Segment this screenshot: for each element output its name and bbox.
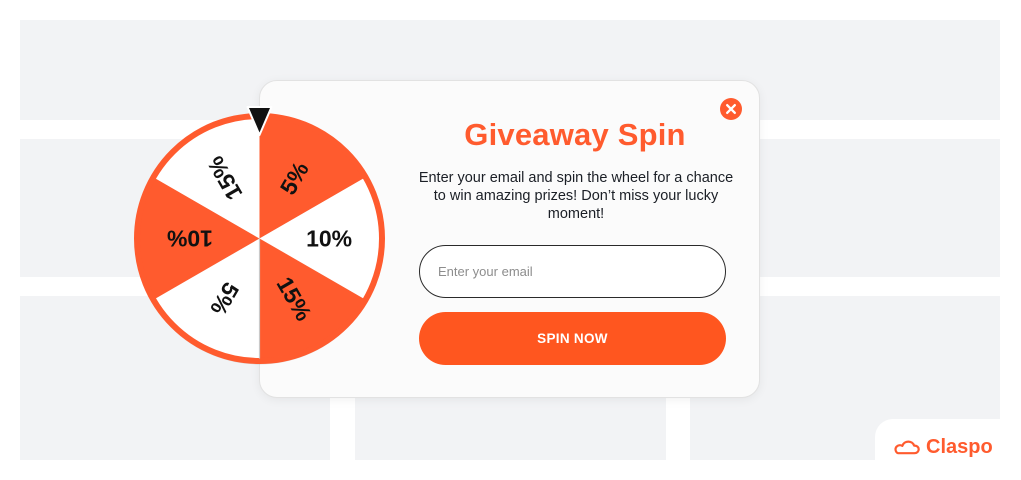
popup-title: Giveaway Spin	[464, 117, 686, 152]
email-field[interactable]	[419, 245, 726, 298]
wheel-segment-label: 10%	[167, 226, 213, 252]
close-icon	[726, 104, 736, 114]
brand-logo[interactable]: Claspo	[893, 437, 993, 457]
wheel-segment-label: 10%	[306, 226, 352, 252]
popup-description: Enter your email and spin the wheel for …	[418, 170, 734, 223]
prize-wheel[interactable]: 5% 10% 15% 5% 10% 15%	[131, 106, 388, 367]
cloud-logo-icon	[894, 440, 920, 454]
brand-name: Claspo	[926, 436, 993, 458]
spin-now-button[interactable]: SPIN NOW	[419, 312, 726, 365]
prize-wheel-graphic: 5%10%15%5%10%15%	[134, 106, 385, 365]
